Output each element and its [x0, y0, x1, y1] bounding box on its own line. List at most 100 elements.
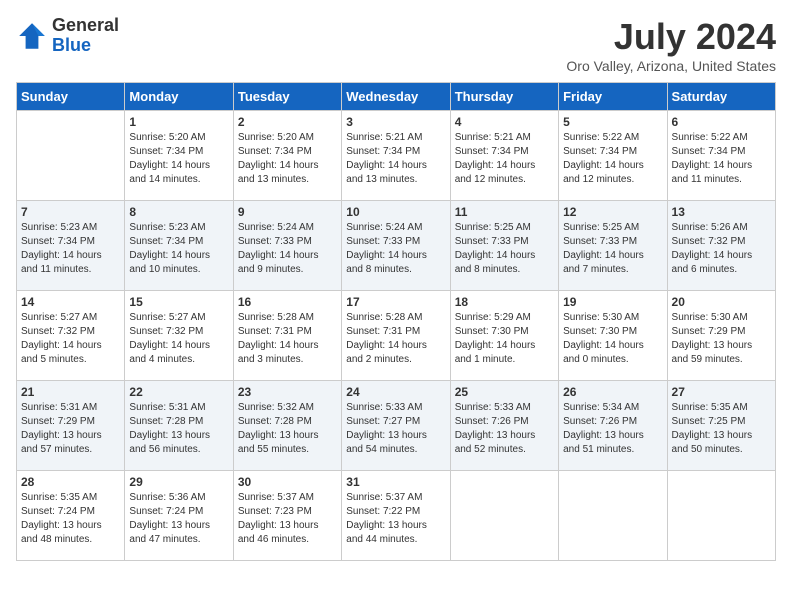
day-number: 28	[21, 475, 120, 489]
calendar-cell: 15 Sunrise: 5:27 AM Sunset: 7:32 PM Dayli…	[125, 291, 233, 381]
day-info: Sunrise: 5:31 AM Sunset: 7:29 PM Dayligh…	[21, 401, 120, 457]
calendar-cell: 24 Sunrise: 5:33 AM Sunset: 7:27 PM Dayli…	[342, 381, 450, 471]
day-info: Sunrise: 5:22 AM Sunset: 7:34 PM Dayligh…	[672, 131, 771, 187]
day-info: Sunrise: 5:36 AM Sunset: 7:24 PM Dayligh…	[129, 491, 228, 547]
weekday-header-wednesday: Wednesday	[342, 83, 450, 111]
day-number: 11	[455, 205, 554, 219]
calendar-cell: 16Sunrise: 5:28 AM Sunset: 7:31 PM Dayli…	[233, 291, 341, 381]
day-number: 30	[238, 475, 337, 489]
calendar-cell: 4 Sunrise: 5:21 AM Sunset: 7:34 PM Daylig…	[450, 111, 558, 201]
day-info: Sunrise: 5:21 AM Sunset: 7:34 PM Dayligh…	[346, 131, 445, 187]
calendar-cell: 23 Sunrise: 5:32 AM Sunset: 7:28 PM Dayli…	[233, 381, 341, 471]
calendar-cell	[450, 471, 558, 561]
logo-line1: General	[52, 16, 119, 36]
calendar-cell: 26 Sunrise: 5:34 AM Sunset: 7:26 PM Dayli…	[559, 381, 667, 471]
week-row-5: 28 Sunrise: 5:35 AM Sunset: 7:24 PM Dayli…	[17, 471, 776, 561]
calendar-cell	[667, 471, 775, 561]
day-info: Sunrise: 5:26 AM Sunset: 7:32 PM Dayligh…	[672, 221, 771, 277]
day-info: Sunrise: 5:34 AM Sunset: 7:26 PM Dayligh…	[563, 401, 662, 457]
day-info: Sunrise: 5:28 AM Sunset: 7:31 PM Dayligh…	[346, 311, 445, 367]
day-info: Sunrise: 5:23 AM Sunset: 7:34 PM Dayligh…	[129, 221, 228, 277]
calendar-cell: 31Sunrise: 5:37 AM Sunset: 7:22 PM Dayli…	[342, 471, 450, 561]
day-number: 16	[238, 295, 337, 309]
day-number: 2	[238, 115, 337, 129]
calendar-cell: 14Sunrise: 5:27 AM Sunset: 7:32 PM Dayli…	[17, 291, 125, 381]
calendar-cell: 17 Sunrise: 5:28 AM Sunset: 7:31 PM Dayli…	[342, 291, 450, 381]
day-info: Sunrise: 5:37 AM Sunset: 7:22 PM Dayligh…	[346, 491, 445, 547]
title-area: July 2024 Oro Valley, Arizona, United St…	[566, 16, 776, 74]
day-number: 22	[129, 385, 228, 399]
day-info: Sunrise: 5:30 AM Sunset: 7:30 PM Dayligh…	[563, 311, 662, 367]
weekday-header-thursday: Thursday	[450, 83, 558, 111]
day-number: 29	[129, 475, 228, 489]
day-info: Sunrise: 5:35 AM Sunset: 7:25 PM Dayligh…	[672, 401, 771, 457]
day-info: Sunrise: 5:21 AM Sunset: 7:34 PM Dayligh…	[455, 131, 554, 187]
day-info: Sunrise: 5:35 AM Sunset: 7:24 PM Dayligh…	[21, 491, 120, 547]
logo: General Blue	[16, 16, 119, 56]
day-number: 24	[346, 385, 445, 399]
calendar-cell: 3Sunrise: 5:21 AM Sunset: 7:34 PM Daylig…	[342, 111, 450, 201]
calendar-cell: 28 Sunrise: 5:35 AM Sunset: 7:24 PM Dayli…	[17, 471, 125, 561]
calendar-cell: 18Sunrise: 5:29 AM Sunset: 7:30 PM Dayli…	[450, 291, 558, 381]
day-info: Sunrise: 5:30 AM Sunset: 7:29 PM Dayligh…	[672, 311, 771, 367]
day-number: 20	[672, 295, 771, 309]
day-info: Sunrise: 5:24 AM Sunset: 7:33 PM Dayligh…	[346, 221, 445, 277]
day-number: 7	[21, 205, 120, 219]
day-info: Sunrise: 5:25 AM Sunset: 7:33 PM Dayligh…	[563, 221, 662, 277]
day-info: Sunrise: 5:24 AM Sunset: 7:33 PM Dayligh…	[238, 221, 337, 277]
day-number: 10	[346, 205, 445, 219]
calendar-cell: 21Sunrise: 5:31 AM Sunset: 7:29 PM Dayli…	[17, 381, 125, 471]
location: Oro Valley, Arizona, United States	[566, 58, 776, 74]
calendar-cell: 29 Sunrise: 5:36 AM Sunset: 7:24 PM Dayli…	[125, 471, 233, 561]
day-info: Sunrise: 5:31 AM Sunset: 7:28 PM Dayligh…	[129, 401, 228, 457]
week-row-4: 21Sunrise: 5:31 AM Sunset: 7:29 PM Dayli…	[17, 381, 776, 471]
day-number: 4	[455, 115, 554, 129]
day-number: 23	[238, 385, 337, 399]
day-number: 13	[672, 205, 771, 219]
calendar-cell: 25 Sunrise: 5:33 AM Sunset: 7:26 PM Dayli…	[450, 381, 558, 471]
calendar-cell: 11Sunrise: 5:25 AM Sunset: 7:33 PM Dayli…	[450, 201, 558, 291]
calendar-cell: 10 Sunrise: 5:24 AM Sunset: 7:33 PM Dayli…	[342, 201, 450, 291]
day-info: Sunrise: 5:33 AM Sunset: 7:26 PM Dayligh…	[455, 401, 554, 457]
calendar-cell: 9 Sunrise: 5:24 AM Sunset: 7:33 PM Daylig…	[233, 201, 341, 291]
weekday-header-sunday: Sunday	[17, 83, 125, 111]
day-number: 12	[563, 205, 662, 219]
weekday-header-monday: Monday	[125, 83, 233, 111]
weekday-header-saturday: Saturday	[667, 83, 775, 111]
day-number: 19	[563, 295, 662, 309]
calendar-cell: 27 Sunrise: 5:35 AM Sunset: 7:25 PM Dayli…	[667, 381, 775, 471]
day-number: 17	[346, 295, 445, 309]
calendar-cell: 30Sunrise: 5:37 AM Sunset: 7:23 PM Dayli…	[233, 471, 341, 561]
calendar-cell: 6 Sunrise: 5:22 AM Sunset: 7:34 PM Daylig…	[667, 111, 775, 201]
weekday-header-friday: Friday	[559, 83, 667, 111]
day-number: 9	[238, 205, 337, 219]
calendar-cell: 22 Sunrise: 5:31 AM Sunset: 7:28 PM Dayli…	[125, 381, 233, 471]
day-number: 25	[455, 385, 554, 399]
logo-line2: Blue	[52, 36, 119, 56]
weekday-header-row: SundayMondayTuesdayWednesdayThursdayFrid…	[17, 83, 776, 111]
day-info: Sunrise: 5:33 AM Sunset: 7:27 PM Dayligh…	[346, 401, 445, 457]
day-number: 27	[672, 385, 771, 399]
day-info: Sunrise: 5:23 AM Sunset: 7:34 PM Dayligh…	[21, 221, 120, 277]
calendar-cell: 2 Sunrise: 5:20 AM Sunset: 7:34 PM Daylig…	[233, 111, 341, 201]
day-number: 26	[563, 385, 662, 399]
page-header: General Blue July 2024 Oro Valley, Arizo…	[16, 16, 776, 74]
day-info: Sunrise: 5:32 AM Sunset: 7:28 PM Dayligh…	[238, 401, 337, 457]
week-row-3: 14 Sunrise: 5:27 AM Sunset: 7:32 PM Dayli…	[17, 291, 776, 381]
day-number: 15	[129, 295, 228, 309]
day-number: 14	[21, 295, 120, 309]
logo-icon	[16, 20, 48, 52]
calendar-cell: 7 Sunrise: 5:23 AM Sunset: 7:34 PM Daylig…	[17, 201, 125, 291]
calendar-cell	[17, 111, 125, 201]
day-info: Sunrise: 5:20 AM Sunset: 7:34 PM Dayligh…	[238, 131, 337, 187]
calendar-cell	[559, 471, 667, 561]
week-row-1: 1Sunrise: 5:20 AM Sunset: 7:34 PM Daylig…	[17, 111, 776, 201]
calendar-cell: 12 Sunrise: 5:25 AM Sunset: 7:33 PM Dayli…	[559, 201, 667, 291]
day-number: 6	[672, 115, 771, 129]
day-info: Sunrise: 5:27 AM Sunset: 7:32 PM Dayligh…	[129, 311, 228, 367]
day-info: Sunrise: 5:29 AM Sunset: 7:30 PM Dayligh…	[455, 311, 554, 367]
day-info: Sunrise: 5:20 AM Sunset: 7:34 PM Dayligh…	[129, 131, 228, 187]
weekday-header-tuesday: Tuesday	[233, 83, 341, 111]
calendar-cell: 8Sunrise: 5:23 AM Sunset: 7:34 PM Daylig…	[125, 201, 233, 291]
day-info: Sunrise: 5:22 AM Sunset: 7:34 PM Dayligh…	[563, 131, 662, 187]
